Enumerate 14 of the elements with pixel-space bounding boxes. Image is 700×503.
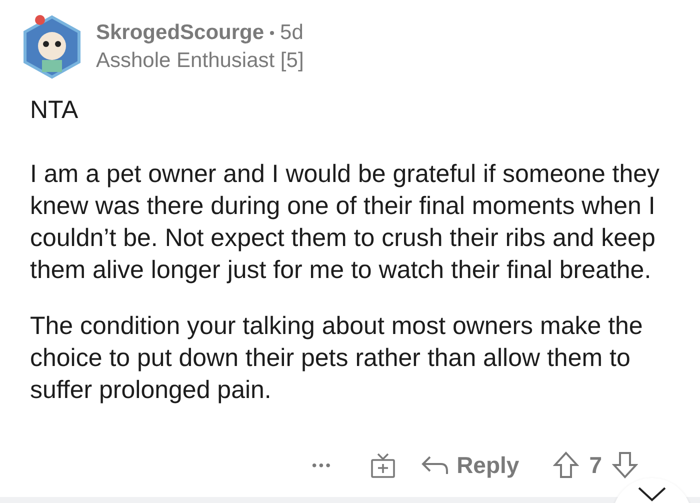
reply-arrow-icon — [420, 455, 449, 476]
user-flair: Asshole Enthusiast [5] — [96, 48, 304, 74]
comment-paragraph: NTA — [30, 95, 80, 126]
more-button[interactable]: ••• — [312, 454, 333, 476]
chevron-down-icon — [637, 486, 667, 502]
reply-button[interactable]: Reply — [420, 448, 520, 482]
upvote-icon[interactable] — [553, 451, 580, 480]
comment-age: 5d — [280, 20, 304, 46]
username[interactable]: SkrogedScourge — [96, 19, 264, 47]
comment-paragraph: I am a pet owner and I would be grateful if someone they knew was there during one of their final moments when I couldn’t be. Not expect them to crush their ribs and keep them alive longer just for me to watch their final breathe. — [30, 159, 660, 286]
gift-icon[interactable] — [368, 451, 397, 480]
vote-score: 7 — [589, 451, 602, 480]
comment-paragraph: The condition your talking about most owners make the choice to put down their pets rather than allow them to suffer prolonged pain. — [30, 311, 644, 406]
downvote-icon[interactable] — [612, 451, 638, 480]
